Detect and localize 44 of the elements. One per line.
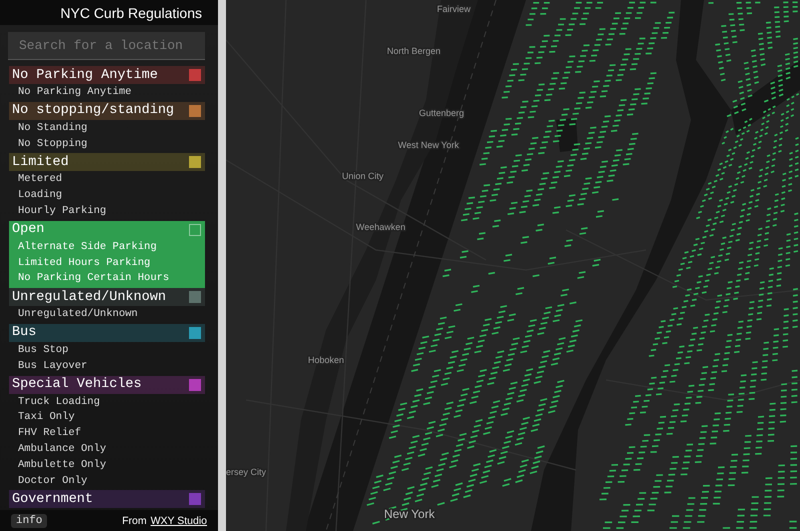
regulation-item[interactable]: No Parking Anytime	[18, 85, 205, 101]
category-name: Limited	[12, 154, 69, 170]
place-label: Weehawken	[356, 222, 406, 232]
regulation-item[interactable]: No Stopping	[18, 136, 205, 152]
category-name: Special Vehicles	[12, 377, 142, 392]
regulation-item[interactable]: Taxi Only	[18, 410, 205, 426]
scrollbar[interactable]	[218, 0, 226, 531]
category-header[interactable]: Special Vehicles	[9, 376, 205, 394]
category-header[interactable]: No stopping/standing	[9, 102, 205, 120]
place-label: North Bergen	[387, 46, 441, 56]
category-name: Bus	[12, 325, 36, 340]
regulation-item[interactable]: Ambulette Only	[18, 458, 205, 474]
category-header[interactable]: Unregulated/Unknown	[9, 288, 205, 306]
regulation-item[interactable]: Hourly Parking	[18, 204, 205, 220]
regulation-item[interactable]: Metered	[18, 172, 205, 188]
category-name: No stopping/standing	[12, 103, 174, 118]
regulation-item[interactable]: Unregulated/Unknown	[18, 307, 205, 323]
info-button[interactable]: info	[11, 514, 48, 528]
category-header[interactable]: No Parking Anytime	[9, 66, 205, 84]
place-label: West New York	[398, 140, 459, 150]
regulation-item[interactable]: Ambulance Only	[18, 442, 205, 458]
regulation-item[interactable]: Loading	[18, 188, 205, 204]
place-label: Hoboken	[308, 355, 344, 365]
app-title: NYC Curb Regulations	[60, 4, 202, 20]
credit-text: From	[122, 514, 147, 526]
place-label: Fairview	[437, 4, 471, 14]
category-header[interactable]: Limited	[9, 153, 205, 172]
regulation-item[interactable]: Doctor Only	[18, 474, 205, 490]
regulation-item[interactable]: Truck Loading	[18, 394, 205, 410]
place-label: Union City	[342, 171, 384, 181]
category-header[interactable]: Government	[9, 490, 205, 508]
category-name: Open	[12, 222, 44, 238]
regulation-item[interactable]: Bus Layover	[18, 358, 205, 375]
regulation-item[interactable]: Bus Stop	[18, 342, 205, 359]
credit-link[interactable]: WXY Studio	[150, 514, 207, 526]
category-header[interactable]: Bus	[9, 324, 205, 342]
category-name: Unregulated/Unknown	[12, 290, 166, 305]
regulation-item[interactable]: FHV Relief	[18, 426, 205, 442]
category-name: Government	[12, 492, 94, 507]
category-name: No Parking Anytime	[12, 68, 158, 82]
place-label: Guttenberg	[419, 108, 464, 118]
regulation-item[interactable]: No Standing	[18, 120, 205, 137]
place-label: ersey City	[226, 467, 266, 477]
search-field[interactable]: Search for a location	[8, 32, 205, 60]
